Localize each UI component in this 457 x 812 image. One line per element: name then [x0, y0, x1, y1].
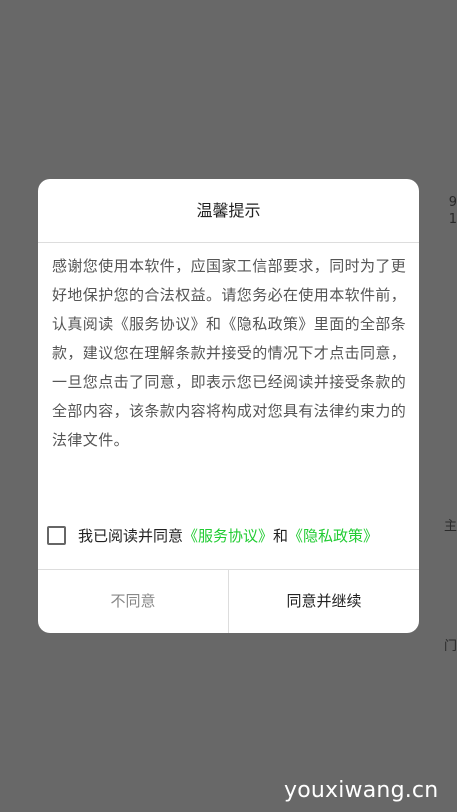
watermark-text: youxiwang.cn: [284, 778, 439, 803]
disagree-button[interactable]: 不同意: [38, 570, 228, 633]
agreement-row: 我已阅读并同意 《服务协议》 和 《隐私政策》: [47, 522, 417, 548]
dialog-title: 温馨提示: [196, 201, 261, 220]
service-agreement-link[interactable]: 《服务协议》: [183, 525, 273, 546]
background-text-fragment: 门: [443, 639, 457, 654]
background-text-fragment: 主: [443, 519, 457, 534]
privacy-policy-link[interactable]: 《隐私政策》: [288, 525, 378, 546]
dialog-body-text: 感谢您使用本软件，应国家工信部要求，同时为了更好地保护您的合法权益。请您务必在使…: [52, 257, 407, 449]
title-divider: [38, 242, 419, 243]
background-text-fragment: 1: [448, 212, 457, 227]
agree-prefix-text: 我已阅读并同意: [78, 526, 184, 545]
agree-continue-button[interactable]: 同意并继续: [229, 570, 419, 633]
privacy-consent-dialog: 温馨提示 感谢您使用本软件，应国家工信部要求，同时为了更好地保护您的合法权益。请…: [38, 179, 419, 633]
and-text: 和: [273, 526, 289, 545]
background-text-fragment: 9: [448, 195, 457, 210]
agree-checkbox[interactable]: [47, 525, 66, 545]
